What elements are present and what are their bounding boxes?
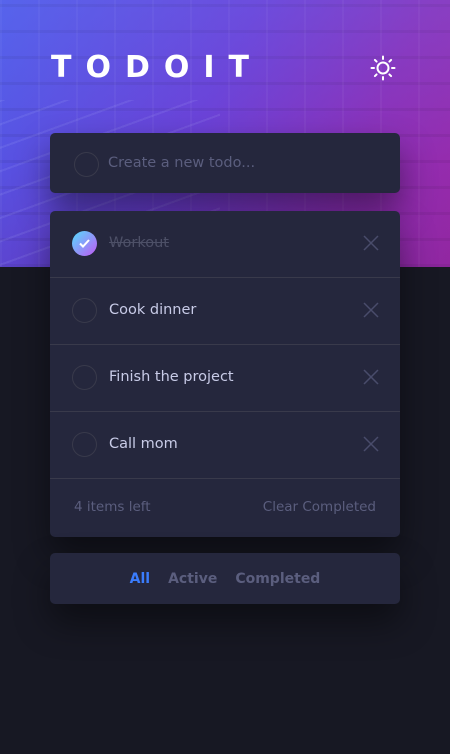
new-todo-check-circle — [74, 152, 99, 177]
todo-item[interactable]: Call mom — [50, 412, 400, 479]
close-icon[interactable] — [363, 302, 379, 318]
check-icon — [79, 239, 90, 248]
todo-list: Workout Cook dinner Finish the project C… — [50, 211, 400, 537]
todo-checkbox[interactable] — [72, 365, 97, 390]
new-todo-card — [50, 133, 400, 193]
todo-checkbox[interactable] — [72, 432, 97, 457]
todo-item[interactable]: Cook dinner — [50, 278, 400, 345]
list-footer: 4 items left Clear Completed — [50, 479, 400, 537]
sun-icon — [370, 55, 396, 81]
theme-toggle-button[interactable] — [369, 54, 397, 82]
items-left-count: 4 items left — [74, 499, 151, 515]
filter-completed-button[interactable]: Completed — [235, 571, 320, 587]
todo-checkbox-checked[interactable] — [72, 231, 97, 256]
todo-item[interactable]: Finish the project — [50, 345, 400, 412]
app-title: TODOIT — [51, 50, 263, 85]
todo-item[interactable]: Workout — [50, 211, 400, 278]
todo-label: Cook dinner — [109, 302, 197, 318]
filter-active-button[interactable]: Active — [168, 571, 217, 587]
filter-bar: All Active Completed — [50, 553, 400, 604]
close-icon[interactable] — [363, 436, 379, 452]
todo-label: Workout — [109, 235, 169, 251]
clear-completed-button[interactable]: Clear Completed — [263, 499, 376, 515]
todo-label: Call mom — [109, 436, 178, 452]
todo-label: Finish the project — [109, 369, 234, 385]
close-icon[interactable] — [363, 235, 379, 251]
new-todo-input[interactable] — [108, 151, 378, 175]
filter-all-button[interactable]: All — [130, 571, 150, 587]
close-icon[interactable] — [363, 369, 379, 385]
todo-checkbox[interactable] — [72, 298, 97, 323]
